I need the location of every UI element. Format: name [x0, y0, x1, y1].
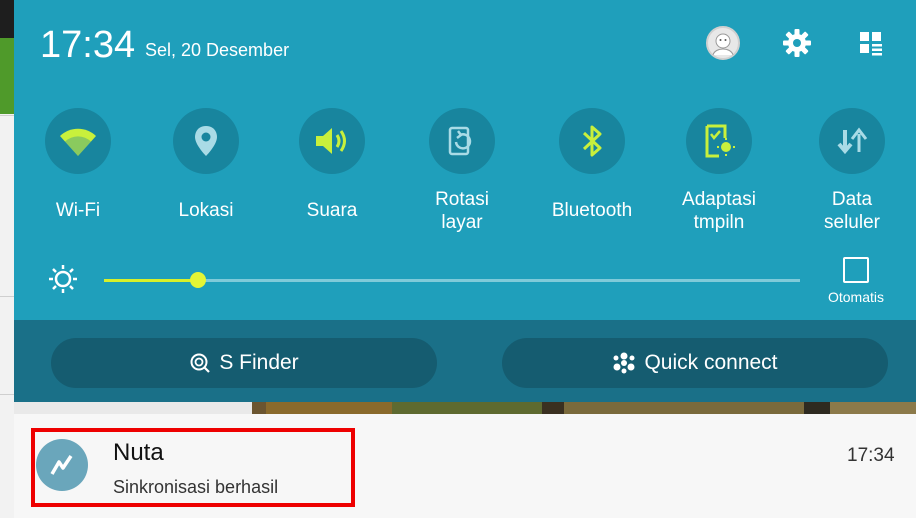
s-finder-button[interactable]: S Finder [51, 338, 437, 388]
background-divider [0, 296, 14, 297]
quick-connect-icon [612, 352, 636, 374]
date: Sel, 20 Desember [145, 40, 290, 60]
clock: 17:34 [40, 24, 136, 66]
gear-icon[interactable] [780, 26, 814, 60]
tile-rotation[interactable]: Rotasi layar [402, 108, 522, 234]
tile-label-line: Adaptasi tmpiln [682, 189, 756, 233]
tile-adapt-display[interactable]: Adaptasi tmpiln [659, 108, 779, 234]
mobile-data-icon [819, 108, 885, 174]
background-app-header [0, 38, 14, 114]
avatar-icon[interactable] [706, 26, 740, 60]
tile-label: Wi-Fi [55, 200, 101, 221]
tile-label: Rotasi layar [402, 188, 522, 234]
tile-wifi[interactable]: Wi-Fi [18, 108, 138, 222]
background-divider [0, 394, 14, 395]
background-status-bar [0, 0, 14, 38]
auto-brightness-label: Otomatis [827, 289, 884, 305]
rotate-screen-icon [429, 108, 495, 174]
highlight-box [31, 428, 355, 507]
brightness-slider-fill [104, 279, 198, 282]
tile-label: Lokasi [178, 200, 234, 221]
background-app-edge [0, 0, 14, 518]
notification-time: 17:34 [847, 445, 895, 466]
brightness-icon [48, 264, 78, 299]
adapt-display-icon [686, 108, 752, 174]
background-divider [0, 115, 14, 116]
quick-actions-bar: S Finder Quick connect [14, 320, 916, 402]
tile-label-line: Data seluler [824, 189, 880, 233]
brightness-slider[interactable] [104, 272, 800, 288]
search-icon [189, 352, 211, 374]
edit-grid-icon[interactable] [854, 26, 888, 60]
tile-label: Adaptasi tmpiln [659, 188, 779, 234]
tile-mobile-data[interactable]: Data seluler [792, 108, 912, 234]
wallpaper-strip [14, 402, 916, 414]
tile-location[interactable]: Lokasi [146, 108, 266, 222]
tile-bluetooth[interactable]: Bluetooth [532, 108, 652, 222]
location-pin-icon [173, 108, 239, 174]
tile-label: Suara [306, 200, 358, 221]
tile-label-line: Rotasi layar [435, 189, 489, 233]
bluetooth-icon [559, 108, 625, 174]
tile-sound[interactable]: Suara [272, 108, 392, 222]
notification-card[interactable]: Nuta Sinkronisasi berhasil 17:34 [14, 414, 916, 518]
tile-label: Bluetooth [551, 200, 633, 221]
speaker-icon [299, 108, 365, 174]
brightness-slider-thumb[interactable] [189, 272, 206, 288]
quick-connect-button[interactable]: Quick connect [502, 338, 888, 388]
quick-connect-label: Quick connect [644, 351, 778, 374]
wifi-icon [45, 108, 111, 174]
tile-label: Data seluler [792, 188, 912, 234]
auto-brightness-checkbox[interactable] [843, 257, 869, 283]
quick-settings-panel: 17:34 Sel, 20 Desember Wi-Fi Lokasi Suar… [14, 0, 916, 320]
s-finder-label: S Finder [219, 351, 299, 374]
